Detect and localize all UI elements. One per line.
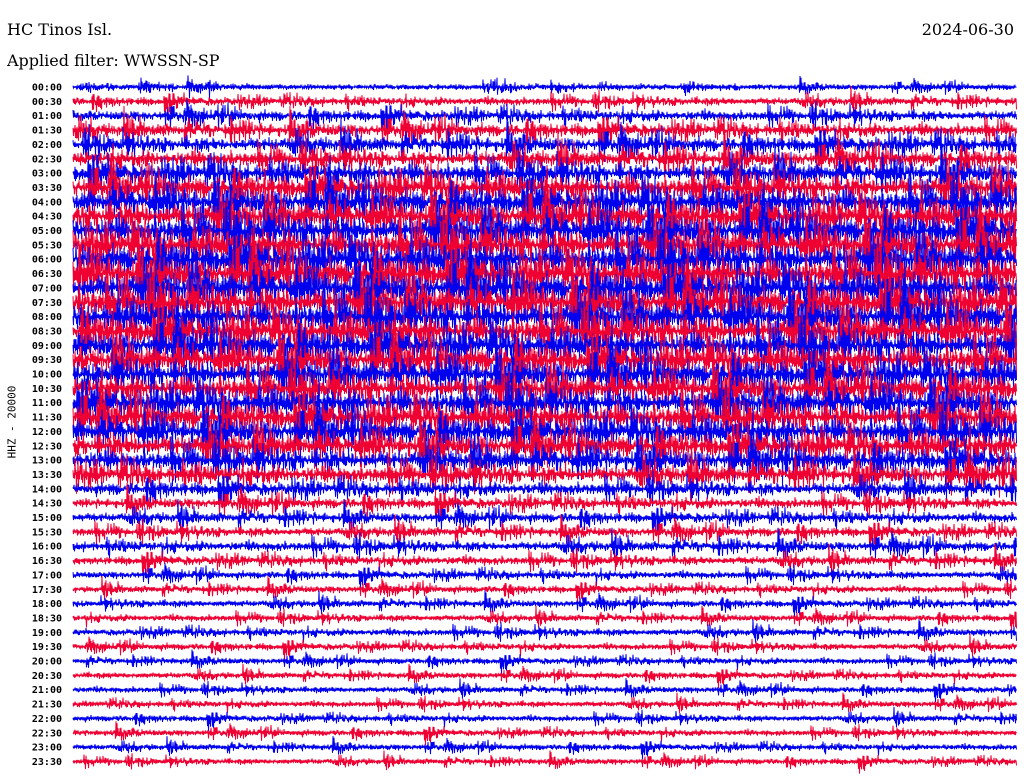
row-time-label: 13:30	[32, 470, 62, 481]
row-time-label: 06:00	[32, 255, 62, 266]
row-time-label: 17:30	[32, 585, 62, 596]
row-time-label: 05:30	[32, 240, 62, 251]
row-time-label: 07:30	[32, 298, 62, 309]
trace-row-2330	[72, 750, 1017, 774]
trace-row-2130	[72, 692, 1017, 714]
row-time-label: 16:30	[32, 556, 62, 567]
row-time-label: 09:30	[32, 355, 62, 366]
row-time-label: 10:30	[32, 384, 62, 395]
row-time-label: 15:30	[32, 527, 62, 538]
row-time-label: 14:30	[32, 499, 62, 510]
row-time-label: 08:00	[32, 312, 62, 323]
row-time-label: 00:30	[32, 97, 62, 108]
trace-row-2030	[72, 663, 1017, 689]
row-time-label: 07:00	[32, 283, 62, 294]
row-time-label: 04:30	[32, 212, 62, 223]
row-time-label: 05:00	[32, 226, 62, 237]
row-time-label: 00:00	[32, 83, 62, 94]
row-time-label: 23:30	[32, 757, 62, 768]
row-time-label: 22:30	[32, 728, 62, 739]
trace-row-1900	[72, 619, 1017, 643]
time-tick-labels: 00:00 00:30 01:00 01:30 02:00 02:30 03:00 03:30…	[32, 83, 62, 768]
row-time-label: 21:30	[32, 700, 62, 711]
row-time-label: 03:00	[32, 169, 62, 180]
row-time-label: 20:30	[32, 671, 62, 682]
trace-row-2100	[72, 678, 1017, 703]
row-time-label: 18:30	[32, 613, 62, 624]
helicorder-plot: 00:00 00:30 01:00 01:30 02:00 02:30 03:00 03:30…	[32, 75, 1017, 774]
row-time-label: 22:00	[32, 714, 62, 725]
row-time-label: 13:00	[32, 456, 62, 467]
row-time-label: 12:00	[32, 427, 62, 438]
trace-row-2230	[72, 721, 1017, 746]
row-time-label: 17:00	[32, 570, 62, 581]
channel-label: HHZ - 20000	[5, 385, 19, 459]
trace-row-2000	[72, 649, 1017, 674]
row-time-label: 18:00	[32, 599, 62, 610]
row-time-label: 08:30	[32, 326, 62, 337]
row-time-label: 11:00	[32, 398, 62, 409]
row-time-label: 15:00	[32, 513, 62, 524]
row-time-label: 02:30	[32, 154, 62, 165]
row-time-label: 21:00	[32, 685, 62, 696]
row-time-label: 01:00	[32, 111, 62, 122]
row-time-label: 16:00	[32, 542, 62, 553]
row-time-label: 19:00	[32, 628, 62, 639]
row-time-label: 19:30	[32, 642, 62, 653]
row-time-label: 10:00	[32, 370, 62, 381]
row-time-label: 09:00	[32, 341, 62, 352]
row-time-label: 06:30	[32, 269, 62, 280]
trace-row-1930	[72, 634, 1017, 661]
row-time-label: 14:00	[32, 484, 62, 495]
row-time-label: 04:00	[32, 197, 62, 208]
row-time-label: 02:00	[32, 140, 62, 151]
trace-row-1730	[72, 575, 1017, 604]
row-time-label: 11:30	[32, 413, 62, 424]
row-time-label: 01:30	[32, 126, 62, 137]
trace-row-2300	[72, 736, 1017, 760]
trace-row-0000	[72, 75, 1017, 99]
row-time-label: 20:00	[32, 657, 62, 668]
row-time-label: 23:00	[32, 743, 62, 754]
row-time-label: 12:30	[32, 441, 62, 452]
trace-group	[72, 75, 1017, 774]
row-time-label: 03:30	[32, 183, 62, 194]
